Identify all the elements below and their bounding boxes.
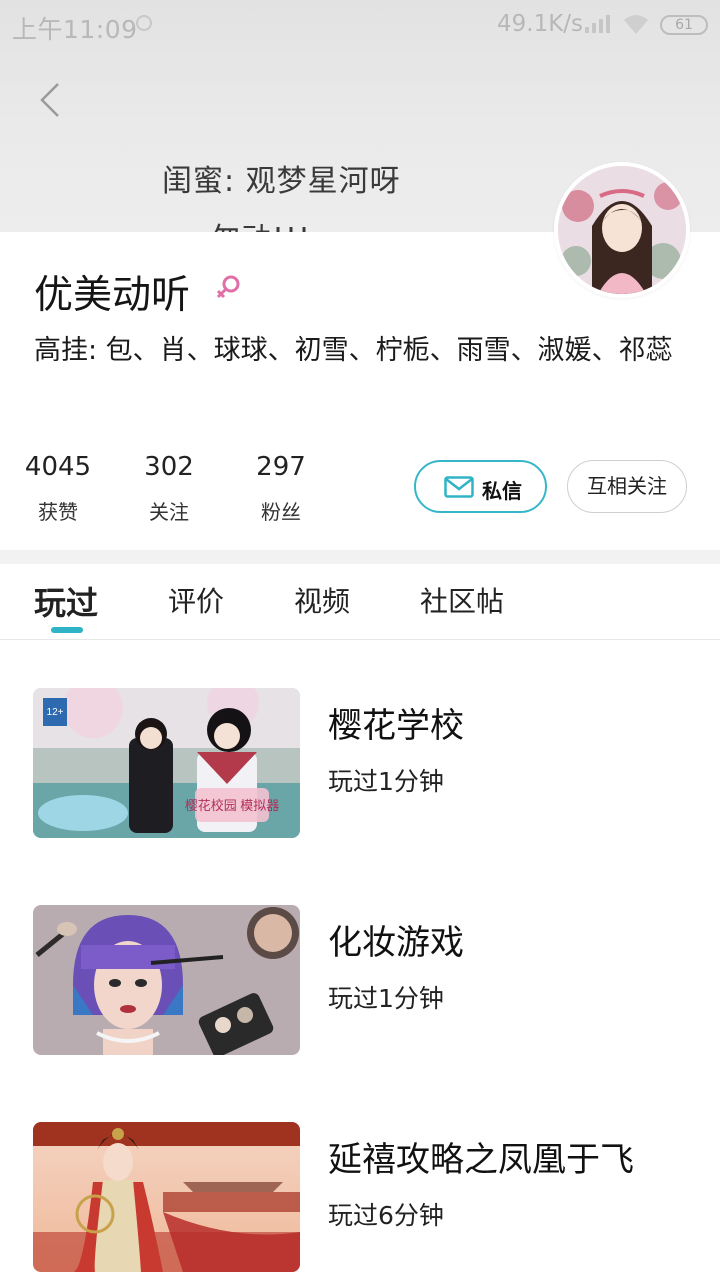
age-badge: 12+ [47,707,64,718]
game-play-time: 玩过6分钟 [328,1201,444,1230]
battery-icon: 61 [660,15,708,35]
tab-played[interactable]: 玩过 [34,578,98,624]
profile-bio: 高挂: 包、肖、球球、初雪、柠栀、雨雪、淑媛、祁蕊 [34,335,673,366]
game-title: 化妆游戏 [328,923,464,963]
game-item-makeup[interactable]: 化妆游戏 玩过1分钟 [0,905,720,1055]
game-thumbnail [33,1122,300,1272]
stat-followers[interactable]: 297 粉丝 [231,452,331,525]
avatar[interactable] [554,162,690,298]
stat-followers-label: 粉丝 [261,500,301,524]
game-play-time: 玩过1分钟 [328,984,444,1013]
mail-icon [444,476,474,498]
message-label: 私信 [482,479,522,503]
stat-following[interactable]: 302 关注 [119,452,219,525]
status-bar: 上午11:09 49.1K/s 61 [0,0,720,52]
wifi-icon [624,15,648,34]
stat-likes-value: 4045 [24,452,92,482]
game-item-sakura-school[interactable]: 12+ 樱花校园 模拟器 樱花学校 玩过1分钟 [0,688,720,838]
stat-following-label: 关注 [149,500,189,524]
game-thumbnail [33,905,300,1055]
stat-followers-value: 297 [256,452,306,482]
back-arrow-icon[interactable] [34,80,70,120]
tab-reviews[interactable]: 评价 [168,580,224,620]
game-play-time: 玩过1分钟 [328,767,444,796]
tab-community-posts[interactable]: 社区帖 [420,580,504,620]
female-gender-icon [216,275,240,299]
active-tab-indicator [51,627,83,633]
network-speed: 49.1K/s [497,11,584,37]
section-divider [0,550,720,564]
username: 优美动听 [34,273,191,318]
game-title: 樱花学校 [328,706,464,746]
sync-icon [136,15,152,31]
banner-text-line2: 勿动!!! [210,214,311,232]
game-thumbnail: 12+ 樱花校园 模拟器 [33,688,300,838]
avatar-illustration [558,166,686,294]
stat-likes-label: 获赞 [38,500,78,524]
stat-following-value: 302 [144,452,194,482]
tab-videos[interactable]: 视频 [294,580,350,620]
stat-likes[interactable]: 4045 获赞 [8,452,108,525]
status-time: 上午11:09 [12,15,138,44]
message-button[interactable]: 私信 [414,460,547,513]
mutual-follow-button[interactable]: 互相关注 [567,460,687,513]
signal-icon [585,15,610,33]
profile-tabs: 玩过 评价 视频 社区帖 [0,564,720,640]
banner-text-line1: 闺蜜: 观梦星河呀 [162,164,401,199]
game-title: 延禧攻略之凤凰于飞 [328,1140,634,1180]
game-logo-text: 樱花校园 模拟器 [185,798,280,813]
game-item-yanxi[interactable]: 延禧攻略之凤凰于飞 玩过6分钟 [0,1122,720,1272]
